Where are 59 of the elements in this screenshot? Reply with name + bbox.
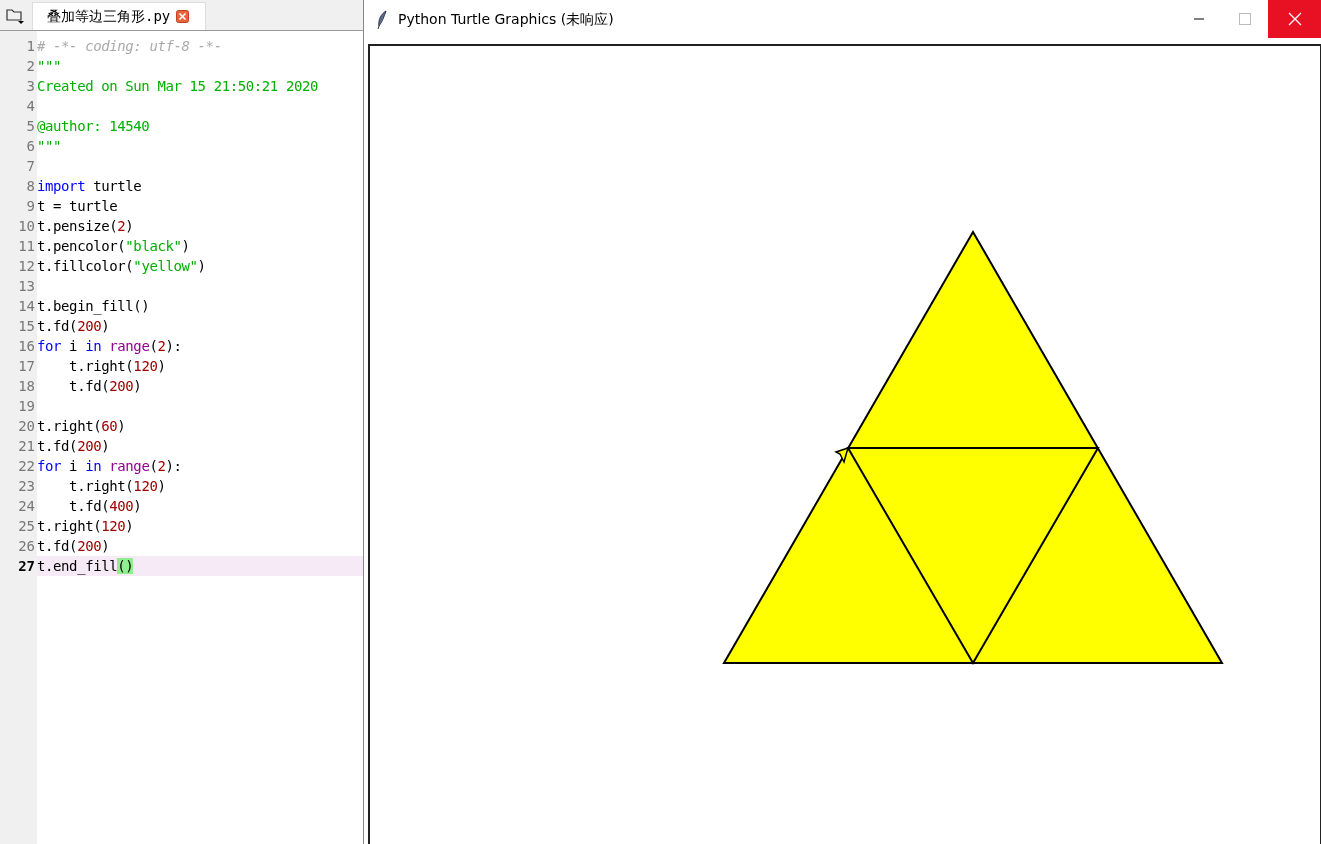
code-line: t.right(120) xyxy=(68,357,166,376)
line-number: 20 xyxy=(17,417,36,436)
line-number: 23 xyxy=(17,477,36,496)
close-button[interactable] xyxy=(1268,0,1321,38)
code-line: t.end_fill() xyxy=(37,557,134,576)
line-number: 26 xyxy=(17,537,36,556)
line-number: 7 xyxy=(25,157,36,176)
code-line: import turtle xyxy=(37,177,142,196)
line-number: 15 xyxy=(17,317,36,336)
line-number: 14 xyxy=(17,297,36,316)
line-number: 24 xyxy=(17,497,36,516)
code-line: t.begin_fill() xyxy=(37,297,150,316)
line-number: 2 xyxy=(25,57,36,76)
code-line: t.fillcolor("yellow") xyxy=(37,257,206,276)
turtle-cursor-icon xyxy=(834,446,850,465)
code-line: Created on Sun Mar 15 21:50:21 2020 xyxy=(37,77,318,96)
line-number: 9 xyxy=(25,197,36,216)
line-number: 4 xyxy=(25,97,36,116)
window-title: Python Turtle Graphics (未响应) xyxy=(398,11,615,29)
code-line: for i in range(2): xyxy=(37,337,182,356)
code-line: t.fd(200) xyxy=(37,437,110,456)
code-line: # -*- coding: utf-8 -*- xyxy=(37,37,222,56)
close-icon xyxy=(1287,12,1302,26)
file-tab[interactable]: 叠加等边三角形.py xyxy=(32,2,207,30)
line-number: 8 xyxy=(25,177,36,196)
code-line: for i in range(2): xyxy=(37,457,182,476)
code-line: t.fd(400) xyxy=(68,497,142,516)
code-line: t.right(60) xyxy=(37,417,126,436)
code-line: t.fd(200) xyxy=(37,537,110,556)
feather-icon xyxy=(376,10,388,30)
line-number: 17 xyxy=(17,357,36,376)
folder-icon[interactable] xyxy=(6,8,24,24)
line-number: 12 xyxy=(17,257,36,276)
line-number: 13 xyxy=(17,277,36,296)
line-number: 16 xyxy=(17,337,36,356)
line-number: 22 xyxy=(17,457,36,476)
maximize-icon xyxy=(1239,13,1251,25)
code-line: """ xyxy=(37,57,62,76)
code-line: t.fd(200) xyxy=(37,317,110,336)
line-number: 11 xyxy=(17,237,36,256)
code-line: t.pencolor("black") xyxy=(37,237,190,256)
code-line: t = turtle xyxy=(37,197,118,216)
code-line: @author: 14540 xyxy=(37,117,150,136)
code-line: t.pensize(2) xyxy=(37,217,134,236)
line-number: 25 xyxy=(17,517,36,536)
code-line: t.right(120) xyxy=(68,477,166,496)
line-number: 10 xyxy=(17,217,36,236)
line-number: 1 xyxy=(25,37,36,56)
line-number: 27 xyxy=(17,557,36,576)
line-number: 18 xyxy=(17,377,36,396)
line-number: 6 xyxy=(25,137,36,156)
close-icon[interactable] xyxy=(176,10,190,23)
code-line: """ xyxy=(37,137,62,156)
line-number: 19 xyxy=(17,397,36,416)
code-line: t.fd(200) xyxy=(68,377,142,396)
code-line: t.right(120) xyxy=(37,517,134,536)
line-number: 21 xyxy=(17,437,36,456)
line-number: 3 xyxy=(25,77,36,96)
line-number: 5 xyxy=(25,117,36,136)
